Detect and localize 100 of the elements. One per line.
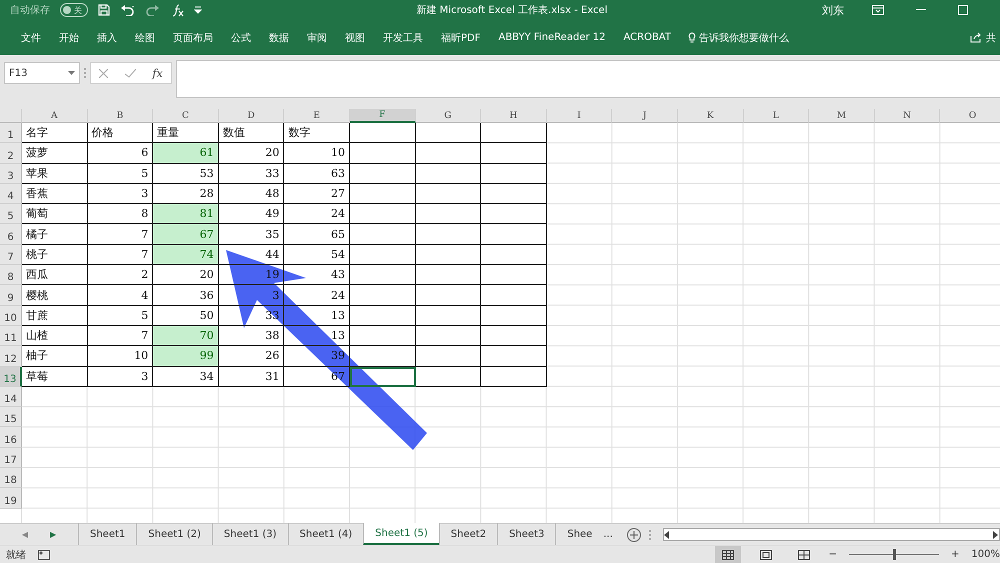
share-label[interactable]: 共 xyxy=(986,30,996,44)
more-sheets[interactable]: ... xyxy=(603,524,619,545)
row-header[interactable]: 6 xyxy=(0,224,22,245)
table-cell: 54 xyxy=(284,244,350,266)
column-header[interactable]: G xyxy=(416,109,482,123)
row-header[interactable]: 4 xyxy=(0,184,22,204)
ribbon-tab[interactable]: 开发工具 xyxy=(374,30,432,44)
column-header[interactable]: A xyxy=(22,109,88,123)
table-cell: 4 xyxy=(88,285,154,306)
column-header[interactable]: M xyxy=(809,109,875,123)
ribbon-display-icon[interactable] xyxy=(872,5,884,15)
page-layout-icon xyxy=(760,550,772,560)
add-sheet-icon[interactable] xyxy=(626,528,641,542)
next-sheet-button[interactable]: ▶ xyxy=(50,530,56,539)
column-header[interactable]: C xyxy=(153,109,219,123)
ribbon-tab[interactable]: 公式 xyxy=(222,30,260,44)
table-cell: 20 xyxy=(218,143,284,164)
formula-input[interactable] xyxy=(176,60,1000,98)
scroll-right-icon[interactable] xyxy=(993,530,999,538)
share-icon[interactable] xyxy=(970,32,982,43)
ribbon-tab[interactable]: 视图 xyxy=(336,30,374,44)
row-header[interactable]: 7 xyxy=(0,244,22,266)
lightbulb-icon[interactable] xyxy=(688,32,696,43)
zoom-out-button[interactable]: − xyxy=(828,549,838,560)
autosave-toggle[interactable]: 关 xyxy=(60,3,88,17)
column-header[interactable]: B xyxy=(88,109,154,123)
zoom-percent[interactable]: 100% xyxy=(971,549,1000,560)
user-name[interactable]: 刘东 xyxy=(822,2,844,18)
row-header[interactable]: 10 xyxy=(0,306,22,326)
autosave-label: 自动保存 xyxy=(10,4,50,17)
table-cell: 81 xyxy=(153,204,219,224)
scroll-left-icon[interactable] xyxy=(664,530,670,538)
ribbon-tab[interactable]: 福昕PDF xyxy=(432,30,490,44)
table-cell: 99 xyxy=(153,346,219,367)
table-cell: 数值 xyxy=(218,123,284,144)
minimize-icon[interactable] xyxy=(916,9,926,11)
row-header[interactable]: 2 xyxy=(0,143,22,164)
table-cell: 33 xyxy=(218,164,284,184)
column-header[interactable]: F xyxy=(350,109,416,123)
table-cell: 49 xyxy=(218,204,284,224)
ribbon-tab[interactable]: 开始 xyxy=(50,30,88,44)
ribbon-tab[interactable]: 绘图 xyxy=(126,30,164,44)
column-header[interactable]: E xyxy=(284,109,350,123)
row-header[interactable]: 17 xyxy=(0,448,22,468)
ribbon-tab[interactable]: ABBYY FineReader 12 xyxy=(489,32,614,43)
table-cell: 48 xyxy=(218,184,284,204)
column-header[interactable]: H xyxy=(481,109,547,123)
column-header[interactable]: L xyxy=(744,109,810,123)
table-cell: 70 xyxy=(153,326,219,346)
sheet-tab[interactable]: Sheet1 (5) xyxy=(363,523,439,545)
table-cell: 36 xyxy=(153,285,219,306)
row-header[interactable]: 9 xyxy=(0,285,22,306)
function-icon[interactable] xyxy=(172,4,184,16)
insert-function-button[interactable]: fx xyxy=(152,66,163,80)
horizontal-scrollbar[interactable] xyxy=(662,528,1000,541)
row-header[interactable]: 14 xyxy=(0,386,22,408)
table-cell: 苹果 xyxy=(22,164,88,184)
row-header[interactable]: 18 xyxy=(0,468,22,488)
column-header[interactable]: D xyxy=(218,109,284,123)
column-header[interactable]: K xyxy=(678,109,744,123)
name-box[interactable]: F13 xyxy=(4,62,80,84)
table-cell: 63 xyxy=(284,164,350,184)
undo-icon[interactable] xyxy=(120,4,136,16)
macro-record-icon[interactable] xyxy=(38,550,50,560)
table-cell: 甘蔗 xyxy=(22,306,88,326)
ribbon-tab[interactable]: 数据 xyxy=(260,30,298,44)
maximize-icon[interactable] xyxy=(958,5,968,15)
table-cell: 20 xyxy=(153,265,219,286)
ribbon-tab[interactable]: 页面布局 xyxy=(164,30,222,44)
ribbon-tab[interactable]: ACROBAT xyxy=(614,32,680,43)
row-header[interactable]: 3 xyxy=(0,164,22,184)
row-header[interactable]: 16 xyxy=(0,427,22,448)
table-cell: 5 xyxy=(88,306,154,326)
row-header[interactable]: 5 xyxy=(0,204,22,224)
ribbon-tab[interactable]: 文件 xyxy=(12,30,50,44)
column-header[interactable]: I xyxy=(546,109,612,123)
row-header[interactable]: 15 xyxy=(0,407,22,428)
row-header[interactable]: 1 xyxy=(0,123,22,144)
column-header[interactable]: J xyxy=(612,109,678,123)
customize-caret-icon[interactable] xyxy=(194,6,202,14)
table-cell: 67 xyxy=(153,224,219,245)
row-header[interactable]: 19 xyxy=(0,488,22,509)
table-cell: 3 xyxy=(88,366,154,387)
row-header[interactable]: 8 xyxy=(0,265,22,286)
table-cell: 价格 xyxy=(88,123,154,144)
zoom-thumb[interactable] xyxy=(893,549,896,560)
row-header[interactable]: 13 xyxy=(0,366,22,387)
ribbon-tab[interactable]: 审阅 xyxy=(298,30,336,44)
ribbon-tab[interactable]: 插入 xyxy=(88,30,126,44)
save-icon[interactable] xyxy=(98,4,110,16)
column-header[interactable]: O xyxy=(940,109,1000,123)
table-cell: 34 xyxy=(153,366,219,387)
row-header[interactable]: 12 xyxy=(0,346,22,367)
normal-view-button[interactable] xyxy=(714,546,741,563)
tell-me-search[interactable]: 告诉我你想要做什么 xyxy=(696,30,797,44)
table-cell: 31 xyxy=(218,366,284,387)
zoom-in-button[interactable]: + xyxy=(951,549,960,560)
table-cell: 橘子 xyxy=(22,224,88,245)
row-header[interactable]: 11 xyxy=(0,326,22,346)
column-header[interactable]: N xyxy=(874,109,940,123)
